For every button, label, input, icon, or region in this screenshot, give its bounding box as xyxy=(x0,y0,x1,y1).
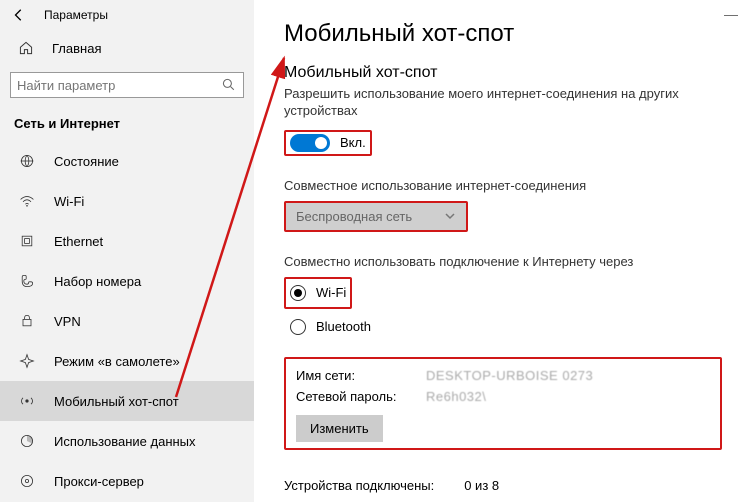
sidebar-item-label: Прокси-сервер xyxy=(54,474,144,489)
radio-icon xyxy=(290,285,306,301)
vpn-icon xyxy=(18,312,36,330)
network-password-label: Сетевой пароль: xyxy=(296,389,426,404)
search-icon xyxy=(221,77,237,93)
sidebar-item-datausage[interactable]: Использование данных xyxy=(0,421,254,461)
back-icon[interactable] xyxy=(12,8,26,22)
chevron-down-icon xyxy=(444,210,456,222)
hotspot-heading: Мобильный хот-спот xyxy=(284,64,722,82)
sidebar-item-label: Wi-Fi xyxy=(54,194,84,209)
sidebar-item-label: Режим «в самолете» xyxy=(54,354,180,369)
sidebar-section-header: Сеть и Интернет xyxy=(0,110,254,141)
radio-bluetooth[interactable]: Bluetooth xyxy=(290,315,722,339)
main-content: — Мобильный хот-спот Мобильный хот-спот … xyxy=(254,0,752,502)
search-field[interactable] xyxy=(17,78,221,93)
sidebar-item-status[interactable]: Состояние xyxy=(0,141,254,181)
home-icon xyxy=(18,40,34,56)
network-name-label: Имя сети: xyxy=(296,368,426,383)
dropdown-value: Беспроводная сеть xyxy=(296,209,412,224)
sidebar-item-label: VPN xyxy=(54,314,81,329)
share-connection-label: Совместное использование интернет-соедин… xyxy=(284,178,722,193)
status-icon xyxy=(18,152,36,170)
sidebar-item-label: Использование данных xyxy=(54,434,196,449)
sidebar-item-ethernet[interactable]: Ethernet xyxy=(0,221,254,261)
hotspot-toggle[interactable] xyxy=(290,134,330,152)
titlebar: Параметры xyxy=(0,0,254,30)
share-connection-dropdown[interactable]: Беспроводная сеть xyxy=(286,203,466,230)
sidebar: Параметры Главная Сеть и Интернет Состоя… xyxy=(0,0,254,502)
network-name-value: DESKTOP-URBOISE 0273 xyxy=(426,368,593,383)
devices-connected-row: Устройства подключены: 0 из 8 xyxy=(284,468,722,502)
sidebar-item-label: Ethernet xyxy=(54,234,103,249)
sidebar-item-vpn[interactable]: VPN xyxy=(0,301,254,341)
home-button[interactable]: Главная xyxy=(0,30,254,66)
radio-wifi[interactable]: Wi-Fi xyxy=(290,281,346,305)
search-input[interactable] xyxy=(10,72,244,98)
sidebar-item-label: Набор номера xyxy=(54,274,141,289)
sidebar-item-dialup[interactable]: Набор номера xyxy=(0,261,254,301)
minimize-button[interactable]: — xyxy=(724,6,738,22)
sidebar-item-proxy[interactable]: Прокси-сервер xyxy=(0,461,254,501)
sidebar-item-label: Состояние xyxy=(54,154,119,169)
page-title: Мобильный хот-спот xyxy=(284,20,722,48)
ethernet-icon xyxy=(18,232,36,250)
dialup-icon xyxy=(18,272,36,290)
sidebar-nav: Состояние Wi-Fi Ethernet Набор номера VP… xyxy=(0,141,254,501)
hotspot-toggle-label: Вкл. xyxy=(340,135,366,150)
sidebar-item-airplane[interactable]: Режим «в самолете» xyxy=(0,341,254,381)
devices-label: Устройства подключены: xyxy=(284,478,434,493)
edit-button[interactable]: Изменить xyxy=(296,415,383,442)
wifi-icon xyxy=(18,192,36,210)
sidebar-item-label: Мобильный хот-спот xyxy=(54,394,179,409)
datausage-icon xyxy=(18,432,36,450)
hotspot-icon xyxy=(18,392,36,410)
radio-label: Wi-Fi xyxy=(316,285,346,300)
network-password-value: Re6h032\ xyxy=(426,389,486,404)
airplane-icon xyxy=(18,352,36,370)
network-info-box: Имя сети: DESKTOP-URBOISE 0273 Сетевой п… xyxy=(284,357,722,450)
sidebar-item-wifi[interactable]: Wi-Fi xyxy=(0,181,254,221)
sidebar-item-hotspot[interactable]: Мобильный хот-спот xyxy=(0,381,254,421)
home-label: Главная xyxy=(52,41,101,56)
window-title: Параметры xyxy=(44,8,108,22)
radio-icon xyxy=(290,319,306,335)
radio-label: Bluetooth xyxy=(316,319,371,334)
share-over-label: Совместно использовать подключение к Инт… xyxy=(284,254,722,269)
devices-value: 0 из 8 xyxy=(464,478,499,493)
hotspot-description: Разрешить использование моего интернет-с… xyxy=(284,86,684,120)
proxy-icon xyxy=(18,472,36,490)
